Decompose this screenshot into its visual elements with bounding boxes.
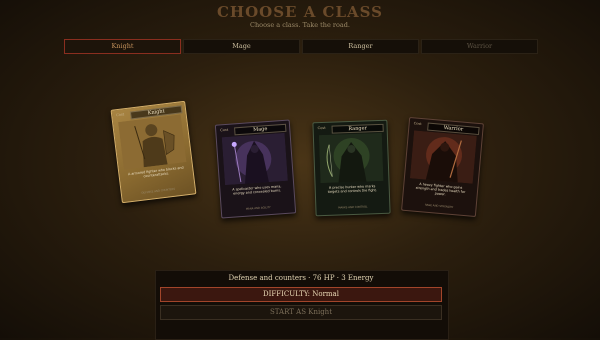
mage-portrait-icon	[221, 132, 288, 186]
ranger-portrait-icon	[318, 132, 384, 184]
card-description: A heavy fighter who gains strength and t…	[415, 182, 466, 197]
tab-warrior[interactable]: Warrior	[421, 39, 538, 54]
start-button[interactable]: START AS Knight	[160, 305, 442, 320]
class-card-mage[interactable]: Cost Mage A spellcaster who uses mana, e…	[214, 119, 297, 219]
card-footer: RAGE AND STRENGTH	[424, 203, 454, 210]
card-footer: DEFENSE AND COUNTERS	[141, 187, 176, 195]
class-card-ranger[interactable]: Cost Ranger A precise hunter who marks t…	[312, 119, 391, 217]
tab-knight[interactable]: Knight	[64, 39, 181, 54]
card-footer: MARKS AND CONTROL	[338, 205, 368, 210]
card-cost: Cost	[220, 127, 229, 133]
card-footer: MANA AND AGILITY	[245, 206, 271, 211]
class-card-warrior[interactable]: Cost Warrior A heavy fighter who gains s…	[401, 116, 484, 218]
card-cost: Cost	[116, 112, 125, 118]
class-tabs: Knight Mage Ranger Warrior	[64, 39, 538, 54]
card-cost: Cost	[317, 125, 326, 131]
difficulty-button[interactable]: DIFFICULTY: Normal	[160, 287, 442, 302]
knight-portrait-icon	[118, 114, 187, 170]
warrior-portrait-icon	[409, 130, 477, 184]
tab-mage[interactable]: Mage	[183, 39, 300, 54]
class-card-knight[interactable]: Cost Knight A armored fighter who blocks…	[110, 100, 197, 204]
class-summary: Defense and counters · 76 HP · 3 Energy	[228, 274, 374, 282]
page-subtitle: Choose a class. Take the road.	[250, 21, 350, 29]
page-title: CHOOSE A CLASS	[216, 3, 384, 21]
tab-ranger[interactable]: Ranger	[302, 39, 419, 54]
card-description: A precise hunter who marks targets and c…	[327, 184, 378, 195]
card-cost: Cost	[413, 121, 422, 127]
card-description: A spellcaster who uses mana, energy and …	[232, 184, 282, 196]
